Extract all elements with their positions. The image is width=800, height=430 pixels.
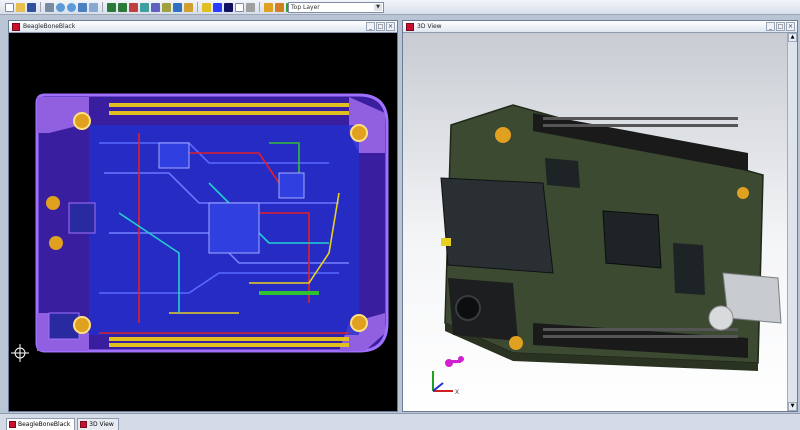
bus-icon[interactable]: [151, 2, 160, 12]
tab-label: 3D View: [89, 421, 114, 428]
scroll-down-icon[interactable]: ▼: [788, 402, 797, 411]
pcb-window-controls: _ □ ×: [366, 22, 395, 31]
zoom-area-icon[interactable]: [89, 2, 98, 12]
chip-memory-3d: [545, 158, 580, 188]
pcb-design-app: Top Layer ▼ BeagleBoneBlack _ □ × 3D Vie…: [0, 0, 800, 430]
cross-probe-icon[interactable]: [129, 2, 138, 12]
pcb-panel-title: BeagleBoneBlack: [23, 23, 76, 30]
mount-hole-bl: [73, 316, 91, 334]
net-icon[interactable]: [173, 2, 182, 12]
chevron-down-icon[interactable]: ▼: [374, 4, 382, 11]
pcb-layout-drawing: [11, 93, 389, 362]
open-icon[interactable]: [16, 2, 25, 12]
pcb-panel-titlebar[interactable]: BeagleBoneBlack _ □ ×: [9, 21, 397, 33]
pad-round-1: [46, 196, 60, 210]
mount-hole-tl: [73, 112, 91, 130]
toolbar-separator: [259, 2, 260, 12]
zoom-in-icon[interactable]: [56, 2, 65, 12]
minimize-button[interactable]: _: [766, 22, 775, 31]
pcb-document-icon: [12, 22, 20, 31]
3d-document-icon: [406, 22, 414, 31]
3d-vertical-scrollbar[interactable]: ▲ ▼: [787, 33, 797, 411]
ethernet-led: [441, 238, 451, 246]
mount-pad-3d-1: [495, 127, 511, 143]
zoom-out-icon[interactable]: [67, 2, 76, 12]
document-workspace: BeagleBoneBlack _ □ × 3D View _ □ × X ▲ …: [0, 15, 800, 413]
pad-round-2: [49, 236, 63, 250]
3d-view-panel: 3D View _ □ × X ▲ ▼: [402, 20, 798, 412]
tab-beagleboneblack[interactable]: BeagleBoneBlack: [6, 418, 76, 430]
pad-icon[interactable]: [184, 2, 193, 12]
component-icon[interactable]: [162, 2, 171, 12]
save-icon[interactable]: [27, 2, 36, 12]
measure-icon[interactable]: [275, 2, 284, 12]
layer-select-value: Top Layer: [291, 4, 320, 11]
3d-panel-title: 3D View: [417, 23, 442, 30]
tab-3d-view[interactable]: 3D View: [77, 418, 119, 430]
power-jack-hole: [455, 295, 481, 321]
main-toolbar: Top Layer ▼: [0, 0, 800, 15]
mount-hole-br: [350, 314, 368, 332]
print-icon[interactable]: [45, 2, 54, 12]
rule-icon[interactable]: [264, 2, 273, 12]
text-icon[interactable]: [235, 2, 244, 12]
via-icon[interactable]: [202, 2, 211, 12]
pcb-editor-panel: BeagleBoneBlack _ □ ×: [8, 20, 398, 412]
chip-emmc-3d: [673, 243, 705, 295]
new-icon[interactable]: [5, 2, 14, 12]
undo-icon[interactable]: [107, 2, 116, 12]
toolbar-separator: [102, 2, 103, 12]
toolbar-separator: [40, 2, 41, 12]
scroll-up-icon[interactable]: ▲: [788, 33, 797, 42]
ic-pmic: [278, 172, 305, 199]
mount-hole-tr: [350, 124, 368, 142]
pcb-canvas[interactable]: [9, 33, 397, 411]
axis-label-x: X: [455, 390, 459, 396]
pcb-document-icon: [9, 421, 16, 428]
mount-pad-3d-2: [509, 336, 523, 350]
tab-label: BeagleBoneBlack: [18, 421, 71, 428]
track-icon[interactable]: [213, 2, 222, 12]
polygon-icon[interactable]: [224, 2, 233, 12]
3d-board-render: X: [432, 104, 782, 396]
redo-icon[interactable]: [118, 2, 127, 12]
3d-canvas[interactable]: X: [403, 33, 797, 411]
dimension-icon[interactable]: [246, 2, 255, 12]
connector-power: [68, 202, 96, 234]
mount-pad-3d-3: [737, 187, 749, 199]
axis-gizmo-icon: [432, 371, 453, 392]
3d-panel-titlebar[interactable]: 3D View _ □ ×: [403, 21, 797, 33]
ethernet-jack: [440, 177, 554, 274]
close-button[interactable]: ×: [386, 22, 395, 31]
ic-memory: [158, 142, 190, 169]
minimize-button[interactable]: _: [366, 22, 375, 31]
ic-processor: [208, 202, 260, 254]
3d-window-controls: _ □ ×: [766, 22, 795, 31]
rotate-handle-icon: [445, 356, 464, 367]
zoom-fit-icon[interactable]: [78, 2, 87, 12]
toolbar-separator: [197, 2, 198, 12]
maximize-button[interactable]: □: [776, 22, 785, 31]
3d-document-icon: [80, 421, 88, 428]
crosshair-cursor-icon: [11, 344, 29, 362]
usb-barrel: [708, 305, 734, 331]
chip-processor-3d: [602, 210, 662, 269]
document-tab-bar: BeagleBoneBlack 3D View: [0, 413, 800, 430]
wire-icon[interactable]: [140, 2, 149, 12]
layer-select[interactable]: Top Layer ▼: [288, 2, 384, 13]
close-button[interactable]: ×: [786, 22, 795, 31]
maximize-button[interactable]: □: [376, 22, 385, 31]
